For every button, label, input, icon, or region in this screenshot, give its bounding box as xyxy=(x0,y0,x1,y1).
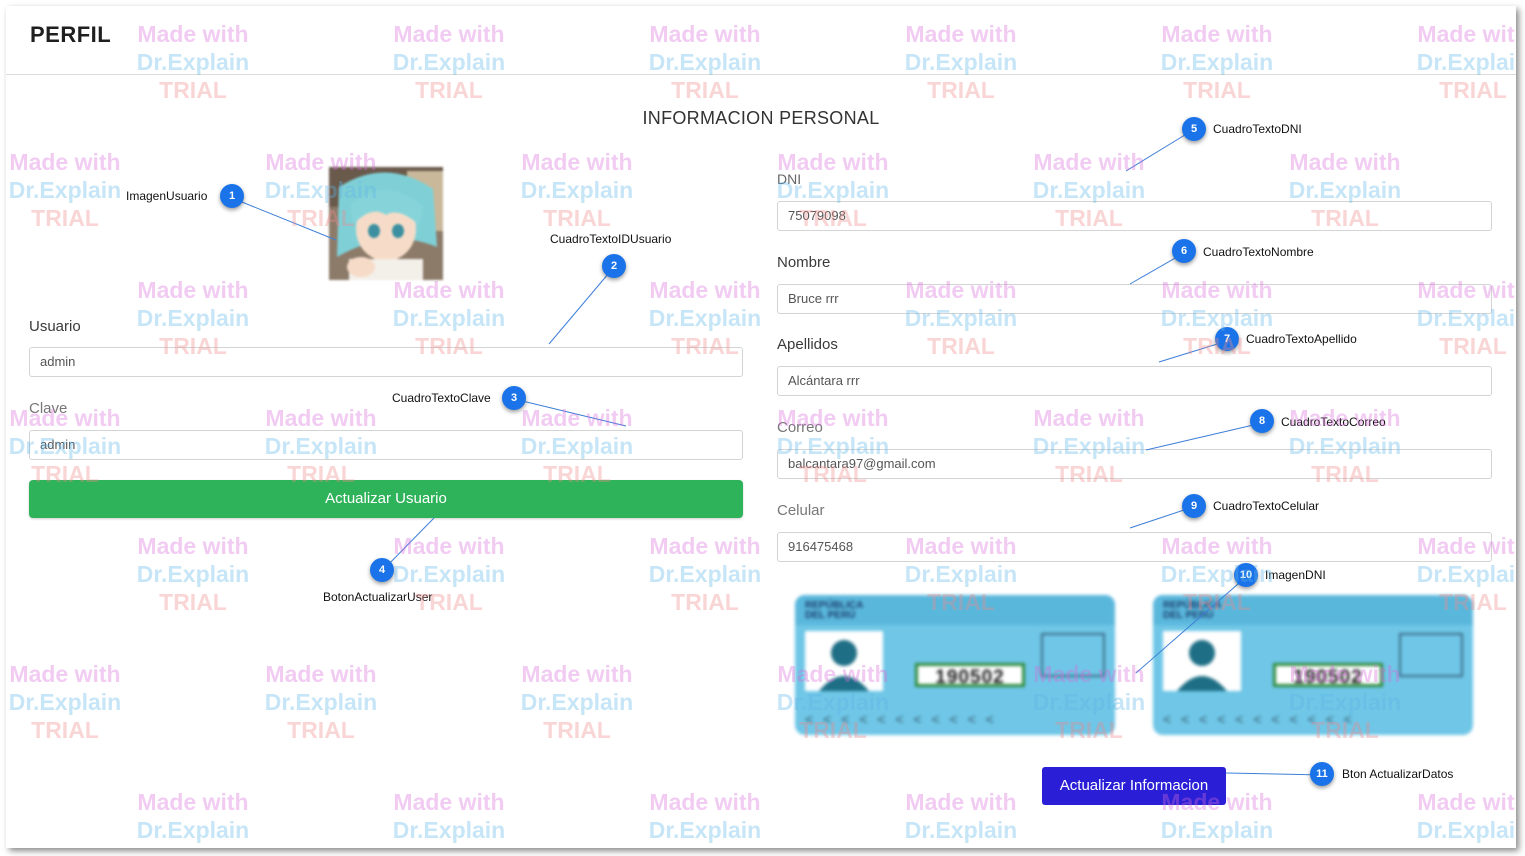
trial-watermark: Made withDr.ExplainTRIAL xyxy=(136,533,250,615)
nombre-label: Nombre xyxy=(777,254,831,271)
clave-label: Clave xyxy=(29,400,68,417)
callout-badge-1: 1 xyxy=(220,184,244,208)
trial-watermark: Made withDr.ExplainTRIAL xyxy=(648,533,762,615)
callout-label-4: BotonActualizarUser xyxy=(323,590,433,604)
correo-label: Correo xyxy=(777,419,823,436)
callout-label-5: CuadroTextoDNI xyxy=(1213,122,1302,136)
callout-label-6: CuadroTextoNombre xyxy=(1203,245,1314,259)
celular-input[interactable]: 916475468 xyxy=(777,532,1492,562)
callout-badge-6: 6 xyxy=(1172,239,1196,263)
update-info-button[interactable]: Actualizar Informacion xyxy=(1042,767,1226,805)
page-header: PERFIL xyxy=(6,6,1516,75)
dni-card-mrz: < < < < < < < < < < < xyxy=(805,711,997,727)
trial-watermark: Made withDr.ExplainTRIAL xyxy=(904,789,1018,848)
dni-grid-box xyxy=(1041,633,1105,677)
anime-avatar-graphic xyxy=(329,167,443,280)
update-user-button[interactable]: Actualizar Usuario xyxy=(29,480,743,518)
dni-card-header: REPÚBLICA DEL PERÚ xyxy=(805,600,863,621)
dni-card-number: 190502 xyxy=(915,663,1025,688)
trial-watermark: Made withDr.ExplainTRIAL xyxy=(136,789,250,848)
trial-watermark: Made withDr.ExplainTRIAL xyxy=(520,149,634,231)
nombre-input[interactable]: Bruce rrr xyxy=(777,284,1492,314)
trial-watermark: Made withDr.ExplainTRIAL xyxy=(8,661,122,743)
dni-back-image[interactable]: REPÚBLICA DEL PERÚ 190502 < < < < < < < … xyxy=(1153,595,1473,735)
correo-input[interactable]: balcantara97@gmail.com xyxy=(777,449,1492,479)
dni-grid-box xyxy=(1399,633,1463,677)
trial-watermark: Made withDr.ExplainTRIAL xyxy=(392,789,506,848)
callout-label-11: Bton ActualizarDatos xyxy=(1342,767,1454,781)
usuario-input[interactable]: admin xyxy=(29,347,743,377)
apellidos-label: Apellidos xyxy=(777,336,838,353)
dni-label: DNI xyxy=(777,171,802,187)
callout-badge-3: 3 xyxy=(502,386,526,410)
callout-label-10: ImagenDNI xyxy=(1265,568,1326,582)
trial-watermark: Made withDr.ExplainTRIAL xyxy=(8,149,122,231)
dni-card-number: 190502 xyxy=(1273,663,1383,688)
callout-label-2: CuadroTextoIDUsuario xyxy=(550,232,672,246)
user-avatar-image[interactable] xyxy=(329,167,443,280)
dni-input[interactable]: 75079098 xyxy=(777,201,1492,231)
callout-label-9: CuadroTextoCelular xyxy=(1213,499,1320,513)
callout-badge-4: 4 xyxy=(370,558,394,582)
dni-photo-icon xyxy=(1163,631,1241,691)
apellidos-input[interactable]: Alcántara rrr xyxy=(777,366,1492,396)
page-title: PERFIL xyxy=(30,22,112,47)
page-frame: PERFIL INFORMACION PERSONAL Usuario admi… xyxy=(6,6,1516,848)
callout-badge-9: 9 xyxy=(1182,494,1206,518)
trial-watermark: Made withDr.ExplainTRIAL xyxy=(520,661,634,743)
callout-label-8: CuadroTextoCorreo xyxy=(1281,415,1386,429)
dni-photo-icon xyxy=(805,631,883,691)
callout-badge-5: 5 xyxy=(1182,117,1206,141)
trial-watermark: Made withDr.ExplainTRIAL xyxy=(1416,789,1516,848)
usuario-label: Usuario xyxy=(29,318,81,335)
clave-input[interactable]: admin xyxy=(29,430,743,460)
dni-card-mrz: < < < < < < < < < < < xyxy=(1163,711,1355,727)
trial-watermark: Made withDr.ExplainTRIAL xyxy=(264,661,378,743)
callout-badge-10: 10 xyxy=(1234,563,1258,587)
dni-front-image[interactable]: REPÚBLICA DEL PERÚ 190502 < < < < < < < … xyxy=(795,595,1115,735)
dni-card-header: REPÚBLICA DEL PERÚ xyxy=(1163,600,1221,621)
callout-label-1: ImagenUsuario xyxy=(126,189,208,203)
trial-watermark: Made withDr.ExplainTRIAL xyxy=(648,789,762,848)
callout-badge-11: 11 xyxy=(1310,762,1334,786)
callout-label-3: CuadroTextoClave xyxy=(392,391,491,405)
callout-badge-2: 2 xyxy=(602,254,626,278)
callout-badge-7: 7 xyxy=(1215,327,1239,351)
celular-label: Celular xyxy=(777,502,825,519)
callout-badge-8: 8 xyxy=(1250,409,1274,433)
callout-label-7: CuadroTextoApellido xyxy=(1246,332,1357,346)
